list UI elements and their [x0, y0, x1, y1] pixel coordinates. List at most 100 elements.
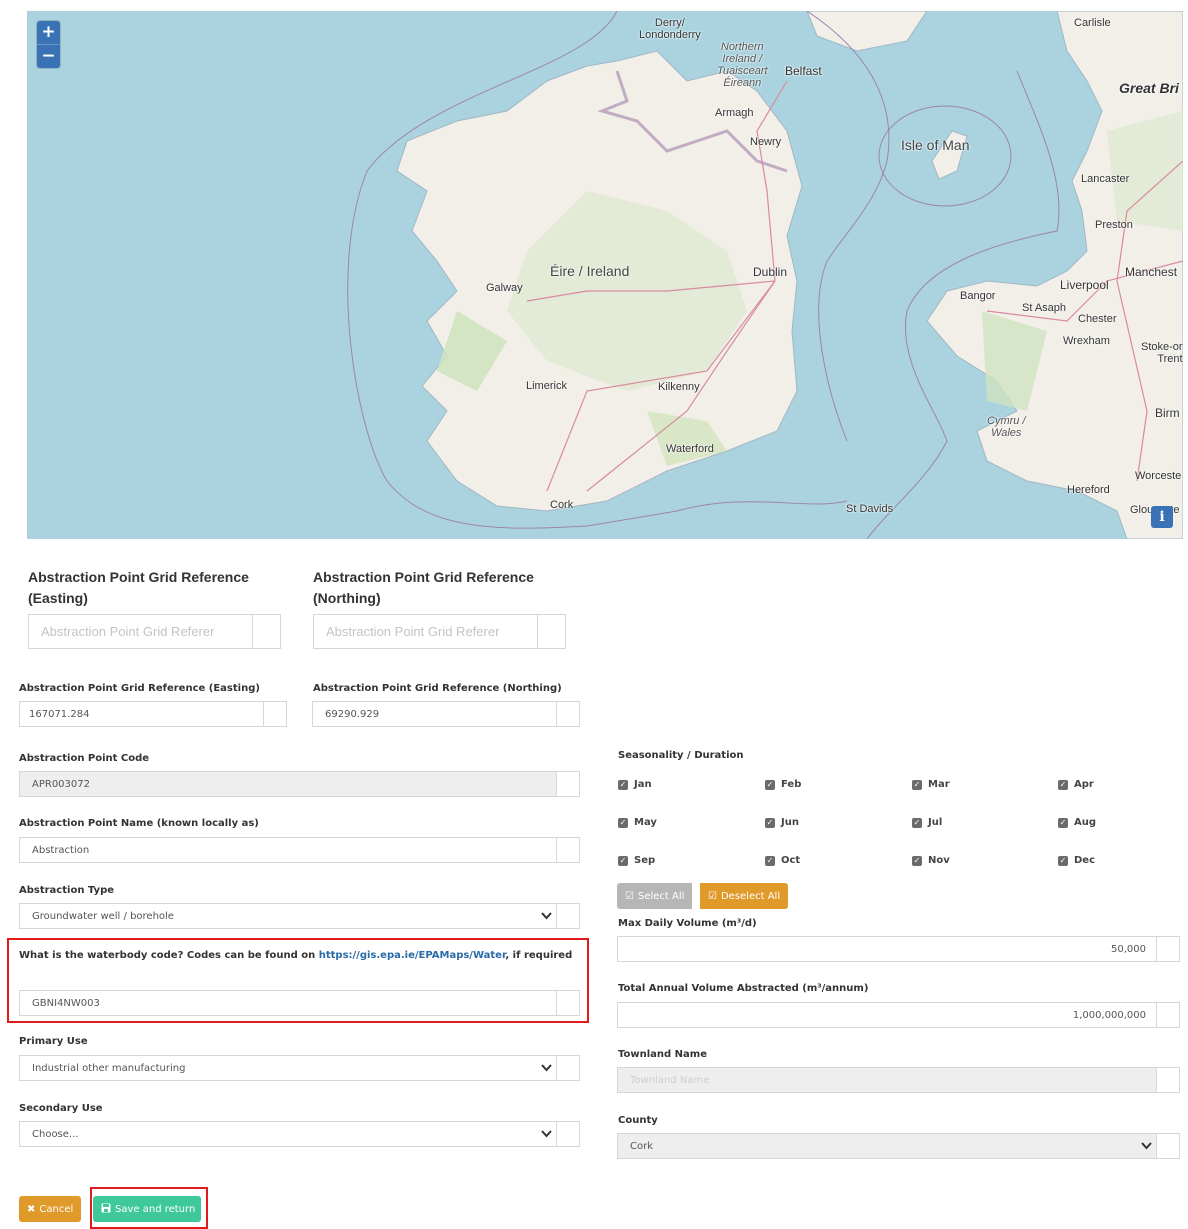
- top-northing-label: Abstraction Point Grid Reference (Northi…: [313, 569, 534, 606]
- season-label: Seasonality / Duration: [618, 750, 744, 761]
- map-label-kilkenny: Kilkenny: [658, 381, 700, 393]
- month-checkbox-jul[interactable]: ✓ Jul: [912, 817, 942, 828]
- waterbody-label: What is the waterbody code? Codes can be…: [19, 950, 572, 961]
- month-checkbox-oct[interactable]: ✓ Oct: [765, 855, 800, 866]
- floppy-disk-icon: [101, 1203, 111, 1216]
- code-label: Abstraction Point Code: [19, 753, 150, 764]
- chevron-down-icon: [536, 1128, 556, 1141]
- chevron-down-icon: [536, 910, 556, 923]
- waterbody-input[interactable]: GBNI4NW003: [19, 990, 580, 1016]
- secondary-label: Secondary Use: [19, 1103, 103, 1114]
- cancel-button[interactable]: ✖ Cancel: [19, 1196, 82, 1222]
- map-info-button[interactable]: i: [1151, 506, 1173, 528]
- map-label-ireland: Éire / Ireland: [550, 263, 630, 279]
- easting-value: 167071.284: [29, 708, 90, 720]
- checkbox-checked-icon: ✓: [1058, 779, 1068, 790]
- checkbox-checked-icon: ✓: [912, 779, 922, 790]
- map-label-bangor: Bangor: [960, 290, 996, 302]
- chevron-down-icon: [536, 1062, 556, 1075]
- waterbody-label-pre: What is the waterbody code? Codes can be…: [19, 950, 319, 961]
- map-label-carlisle: Carlisle: [1074, 17, 1111, 29]
- secondary-select[interactable]: Choose...: [19, 1121, 580, 1147]
- save-and-return-button[interactable]: Save and return: [93, 1196, 201, 1222]
- type-select[interactable]: Groundwater well / borehole: [19, 903, 580, 929]
- select-all-button[interactable]: ☑ Select All: [617, 883, 693, 909]
- month-checkbox-may[interactable]: ✓ May: [618, 817, 657, 828]
- top-easting-addon: [252, 615, 280, 648]
- map-label-stasaph: St Asaph: [1022, 302, 1067, 314]
- map-label-galway: Galway: [486, 282, 523, 294]
- map-label-wales: Cymru / Wales: [987, 415, 1026, 439]
- northing-input[interactable]: 69290.929: [312, 701, 580, 727]
- map-label-cork: Cork: [550, 499, 574, 511]
- townland-placeholder: Townland Name: [630, 1074, 710, 1086]
- top-northing-placeholder: Abstraction Point Grid Referer: [326, 624, 500, 639]
- month-checkbox-nov[interactable]: ✓ Nov: [912, 855, 950, 866]
- close-icon: ✖: [27, 1203, 36, 1215]
- map-label-wrexham: Wrexham: [1063, 335, 1110, 347]
- top-easting-placeholder: Abstraction Point Grid Referer: [41, 624, 215, 639]
- month-checkbox-apr[interactable]: ✓ Apr: [1058, 779, 1094, 790]
- easting-input[interactable]: 167071.284: [19, 701, 287, 727]
- map-label-derry: Derry/ Londonderry: [639, 17, 701, 41]
- zoom-in-button[interactable]: +: [37, 21, 60, 45]
- name-input[interactable]: Abstraction: [19, 837, 580, 863]
- type-addon: [556, 904, 579, 928]
- easting-addon: [263, 702, 286, 726]
- cancel-label: Cancel: [39, 1203, 74, 1215]
- map-label-dublin: Dublin: [753, 265, 788, 279]
- deselect-all-label: Deselect All: [720, 890, 781, 902]
- map-label-chester: Chester: [1078, 313, 1117, 325]
- check-square-icon: ☑: [625, 890, 634, 902]
- zoom-out-button[interactable]: −: [37, 45, 60, 68]
- secondary-value: Choose...: [32, 1128, 79, 1140]
- easting-label: Abstraction Point Grid Reference (Eastin…: [19, 683, 260, 694]
- primary-select[interactable]: Industrial other manufacturing: [19, 1055, 580, 1081]
- month-checkbox-aug[interactable]: ✓ Aug: [1058, 817, 1096, 828]
- month-checkbox-jan[interactable]: ✓ Jan: [618, 779, 652, 790]
- month-label: Dec: [1074, 855, 1096, 866]
- townland-label: Townland Name: [618, 1049, 707, 1060]
- select-all-label: Select All: [637, 890, 685, 902]
- month-checkbox-mar[interactable]: ✓ Mar: [912, 779, 950, 790]
- daily-volume-value: 50,000: [1111, 943, 1146, 955]
- month-checkbox-sep[interactable]: ✓ Sep: [618, 855, 655, 866]
- county-select[interactable]: Cork: [617, 1133, 1180, 1159]
- map-label-armagh: Armagh: [715, 107, 754, 119]
- top-easting-input[interactable]: Abstraction Point Grid Referer: [28, 614, 281, 649]
- daily-volume-label: Max Daily Volume (m³/d): [618, 918, 757, 929]
- top-easting-label: Abstraction Point Grid Reference (Eastin…: [28, 569, 249, 606]
- primary-addon: [556, 1056, 579, 1080]
- waterbody-value: GBNI4NW003: [32, 997, 100, 1009]
- townland-addon: [1156, 1068, 1179, 1092]
- checkbox-checked-icon: ✓: [765, 817, 775, 828]
- annual-volume-input[interactable]: 1,000,000,000: [617, 1002, 1180, 1028]
- month-label: Jun: [781, 817, 799, 828]
- month-checkbox-feb[interactable]: ✓ Feb: [765, 779, 801, 790]
- checkbox-checked-icon: ✓: [912, 817, 922, 828]
- map-label-limerick: Limerick: [526, 380, 567, 392]
- month-label: Oct: [781, 855, 801, 866]
- waterbody-link[interactable]: https://gis.epa.ie/EPAMaps/Water: [319, 950, 506, 961]
- map-label-iom: Isle of Man: [901, 137, 970, 153]
- county-label: County: [618, 1115, 658, 1126]
- waterbody-addon: [556, 991, 579, 1015]
- checkbox-checked-icon: ✓: [1058, 817, 1068, 828]
- zoom-control: + −: [37, 21, 60, 68]
- map-label-waterford: Waterford: [666, 443, 714, 455]
- code-input[interactable]: APR003072: [19, 771, 580, 797]
- map-label-preston: Preston: [1095, 219, 1133, 231]
- checkbox-checked-icon: ✓: [765, 779, 775, 790]
- name-value: Abstraction: [32, 844, 90, 856]
- month-checkbox-jun[interactable]: ✓ Jun: [765, 817, 799, 828]
- month-label: Jul: [928, 817, 943, 828]
- annual-volume-label: Total Annual Volume Abstracted (m³/annum…: [618, 983, 869, 994]
- top-northing-input[interactable]: Abstraction Point Grid Referer: [313, 614, 566, 649]
- townland-input[interactable]: Townland Name: [617, 1067, 1180, 1093]
- daily-volume-addon: [1156, 937, 1179, 961]
- deselect-all-button[interactable]: ☑ Deselect All: [700, 883, 789, 909]
- map-view[interactable]: + − Derry/ Londonderry Northern Ireland /…: [27, 11, 1183, 539]
- daily-volume-input[interactable]: 50,000: [617, 936, 1180, 962]
- month-checkbox-dec[interactable]: ✓ Dec: [1058, 855, 1095, 866]
- month-label: May: [634, 817, 657, 828]
